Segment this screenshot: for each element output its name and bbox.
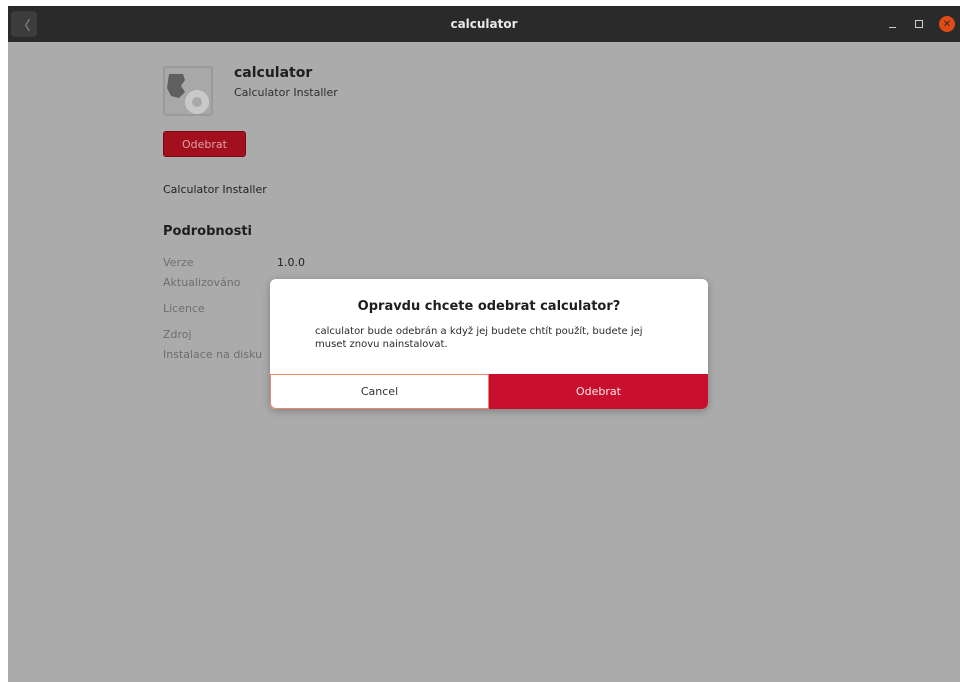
minimize-icon	[888, 26, 896, 28]
confirm-remove-button[interactable]: Odebrat	[489, 374, 708, 409]
maximize-button[interactable]	[911, 16, 927, 32]
window-title: calculator	[450, 17, 518, 31]
detail-label-source: Zdroj	[163, 328, 192, 341]
app-subtitle: Calculator Installer	[234, 86, 338, 99]
detail-label-version: Verze	[163, 256, 194, 269]
app-name: calculator	[234, 65, 313, 81]
detail-label-installed-size: Instalace na disku	[163, 348, 263, 361]
app-window: 〈 calculator ✕ calculator Calculator Ins…	[8, 6, 960, 682]
detail-value-version: 1.0.0	[277, 256, 305, 269]
details-heading: Podrobnosti	[163, 224, 253, 239]
remove-confirmation-dialog: Opravdu chcete odebrat calculator? calcu…	[270, 279, 708, 409]
dialog-message: calculator bude odebrán a když jej budet…	[315, 326, 643, 350]
detail-label-license: Licence	[163, 302, 205, 315]
dialog-title: Opravdu chcete odebrat calculator?	[357, 299, 621, 314]
title-bar: 〈 calculator ✕	[8, 6, 960, 42]
close-button[interactable]: ✕	[939, 16, 955, 32]
detail-label-updated: Aktualizováno	[163, 276, 241, 289]
gear-icon	[163, 66, 213, 116]
maximize-icon	[915, 20, 923, 28]
cancel-button[interactable]: Cancel	[270, 374, 489, 409]
remove-button[interactable]: Odebrat	[163, 131, 246, 157]
close-icon: ✕	[942, 18, 952, 30]
app-description: Calculator Installer	[163, 183, 267, 196]
minimize-button[interactable]	[884, 16, 900, 32]
